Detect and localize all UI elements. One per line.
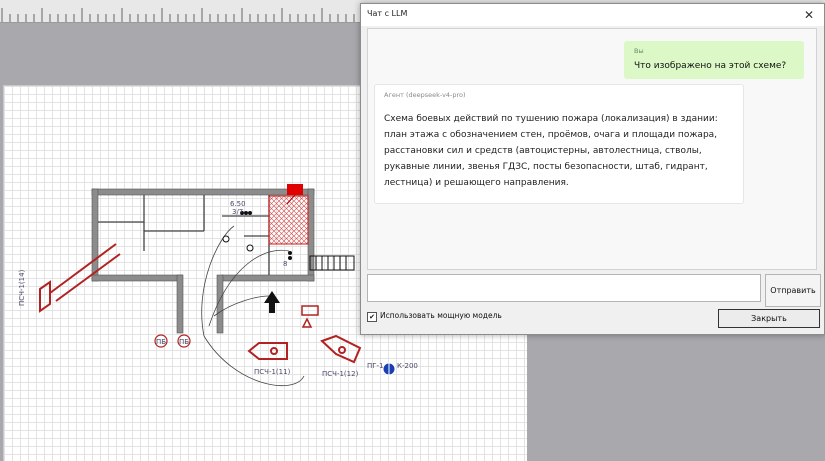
hydrant-label: ПГ-1 xyxy=(367,362,384,370)
user-message-bubble: Вы Что изображено на этой схеме? xyxy=(624,41,804,79)
position-label-upper: 6.50 xyxy=(230,200,246,208)
send-button[interactable]: Отправить xyxy=(765,274,821,307)
agent-message-bubble: Агент (deepseek-v4-pro) Схема боевых дей… xyxy=(374,84,744,204)
user-message-text: Что изображено на этой схеме? xyxy=(634,61,787,71)
tanker-1-label: ПСЧ-1(11) xyxy=(254,368,291,376)
stair-ladder xyxy=(309,255,355,271)
safety-post-label-2: ПБ xyxy=(179,338,189,346)
hydrant-size-label: К-200 xyxy=(397,362,418,370)
agent-message-text: Схема боевых действий по тушению пожара … xyxy=(384,114,718,188)
powerful-model-label: Использовать мощную модель xyxy=(380,311,502,320)
position-label-right: 8 xyxy=(283,260,287,268)
position-label-upper-sub: 3/7 xyxy=(232,208,243,216)
message-input[interactable] xyxy=(367,274,761,302)
tanker-1 xyxy=(247,342,288,360)
decisive-direction-arrow xyxy=(264,291,280,313)
safety-post-label-1: ПБ xyxy=(156,338,166,346)
hydrant xyxy=(382,362,396,376)
ladder-truck-label: ПСЧ-1(14) xyxy=(18,269,26,306)
powerful-model-option[interactable]: ✔ Использовать мощную модель xyxy=(367,311,502,322)
agent-sender-label: Агент (deepseek-v4-pro) xyxy=(384,91,466,99)
close-icon[interactable]: ✕ xyxy=(794,4,824,26)
dialog-titlebar[interactable]: Чат с LLM ✕ xyxy=(361,4,824,26)
fire-seat-marker xyxy=(287,184,303,195)
user-sender-label: Вы xyxy=(634,47,644,55)
tanker-2 xyxy=(320,334,362,364)
close-button[interactable]: Закрыть xyxy=(718,309,820,328)
command-post xyxy=(301,305,319,328)
chat-dialog: Чат с LLM ✕ Вы Что изображено на этой сх… xyxy=(360,3,825,335)
powerful-model-checkbox[interactable]: ✔ xyxy=(367,312,377,322)
dialog-title: Чат с LLM xyxy=(367,9,408,18)
tanker-2-label: ПСЧ-1(12) xyxy=(322,370,359,378)
chat-history[interactable]: Вы Что изображено на этой схеме? Агент (… xyxy=(367,28,817,270)
